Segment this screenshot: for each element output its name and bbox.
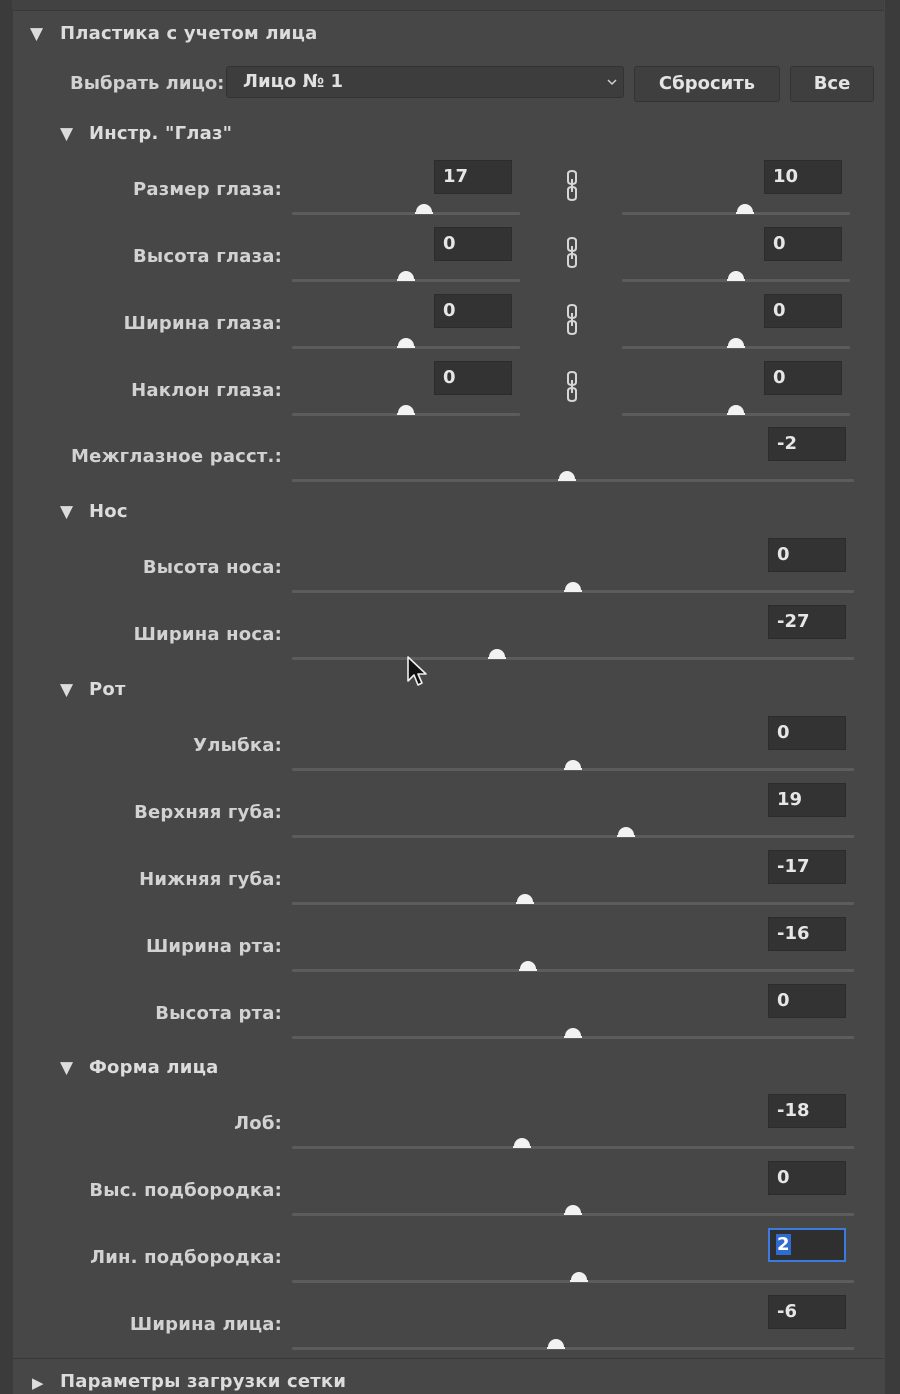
left-eye-value-field[interactable]: 0 [434,227,512,261]
mouth-section-header[interactable]: Рот [89,679,126,701]
mouth-row-slider-track[interactable] [292,969,854,972]
mouth-row-slider-track[interactable] [292,835,854,838]
nose-row-slider-track[interactable] [292,657,854,660]
face-select-dropdown[interactable]: Лицо № 1 [226,66,624,98]
face-shape-row-value-field[interactable]: -18 [768,1094,846,1128]
nose-row-label: Ширина носа: [133,624,282,645]
eye-distance-value-field[interactable]: -2 [768,427,846,461]
face-shape-row-label: Ширина лица: [129,1314,282,1335]
mouth-row-value-field[interactable]: 19 [768,783,846,817]
left-eye-value-field[interactable]: 17 [434,160,512,194]
collapse-triangle-icon[interactable]: ▼ [30,24,43,44]
link-chain-icon[interactable] [561,304,583,338]
face-shape-row-label: Лоб: [234,1113,282,1134]
collapse-triangle-icon[interactable]: ▼ [60,680,73,700]
selected-value-text: 2 [776,1234,791,1255]
eye-row-label: Размер глаза: [132,179,282,200]
right-eye-value-field[interactable]: 0 [764,361,842,395]
nose-row-value-field[interactable]: 0 [768,538,846,572]
mouth-row-value-field[interactable]: -16 [768,917,846,951]
face-shape-row-label: Выс. подбородка: [89,1180,282,1201]
face-aware-liquify-header[interactable]: Пластика с учетом лица [60,23,317,45]
all-button[interactable]: Все [790,66,874,102]
face-select-value: Лицо № 1 [243,71,343,92]
left-eye-slider-track[interactable] [292,212,520,215]
mouth-row-value-field[interactable]: 0 [768,984,846,1018]
link-chain-icon[interactable] [561,237,583,271]
mouth-row-slider-track[interactable] [292,902,854,905]
face-shape-section-header[interactable]: Форма лица [89,1057,219,1079]
link-chain-icon[interactable] [561,371,583,405]
face-shape-row-slider-track[interactable] [292,1347,854,1350]
face-shape-row-value-field[interactable]: 0 [768,1161,846,1195]
collapse-triangle-icon[interactable]: ▼ [60,1058,73,1078]
nose-row-value-field[interactable]: -27 [768,605,846,639]
reset-button[interactable]: Сбросить [634,66,780,102]
select-face-label: Выбрать лицо: [70,73,225,94]
eye-row-label: Наклон глаза: [131,380,282,401]
eye-row-label: Ширина глаза: [123,313,282,334]
mouth-row-label: Высота рта: [155,1003,282,1024]
mouse-cursor-icon [407,656,427,686]
face-shape-row-label: Лин. подбородка: [90,1247,282,1268]
face-shape-row-slider-track[interactable] [292,1146,854,1149]
panel-bottom-edge [12,1358,884,1359]
mouth-row-label: Ширина рта: [145,936,282,957]
mesh-load-options-header[interactable]: Параметры загрузки сетки [60,1371,346,1393]
mouth-row-label: Улыбка: [193,735,282,756]
eye-row-label: Высота глаза: [132,246,282,267]
eye-distance-label: Межглазное расст.: [71,446,282,467]
eye-section-header[interactable]: Инстр. "Глаз" [89,123,232,145]
mouth-row-label: Верхняя губа: [134,802,282,823]
expand-triangle-icon[interactable]: ▶ [32,1373,44,1393]
right-eye-value-field[interactable]: 10 [764,160,842,194]
right-eye-value-field[interactable]: 0 [764,294,842,328]
mouth-row-value-field[interactable]: 0 [768,716,846,750]
collapse-triangle-icon[interactable]: ▼ [60,124,73,144]
nose-row-label: Высота носа: [142,557,282,578]
panel-top-edge [12,0,884,11]
face-shape-row-value-field[interactable]: 2 [768,1228,846,1262]
chevron-down-icon [607,79,617,86]
collapse-triangle-icon[interactable]: ▼ [60,502,73,522]
left-eye-value-field[interactable]: 0 [434,361,512,395]
mouth-row-label: Нижняя губа: [139,869,282,890]
link-chain-icon[interactable] [561,170,583,204]
mouth-row-value-field[interactable]: -17 [768,850,846,884]
left-eye-value-field[interactable]: 0 [434,294,512,328]
right-eye-value-field[interactable]: 0 [764,227,842,261]
nose-section-header[interactable]: Нос [89,501,128,523]
face-shape-row-value-field[interactable]: -6 [768,1295,846,1329]
